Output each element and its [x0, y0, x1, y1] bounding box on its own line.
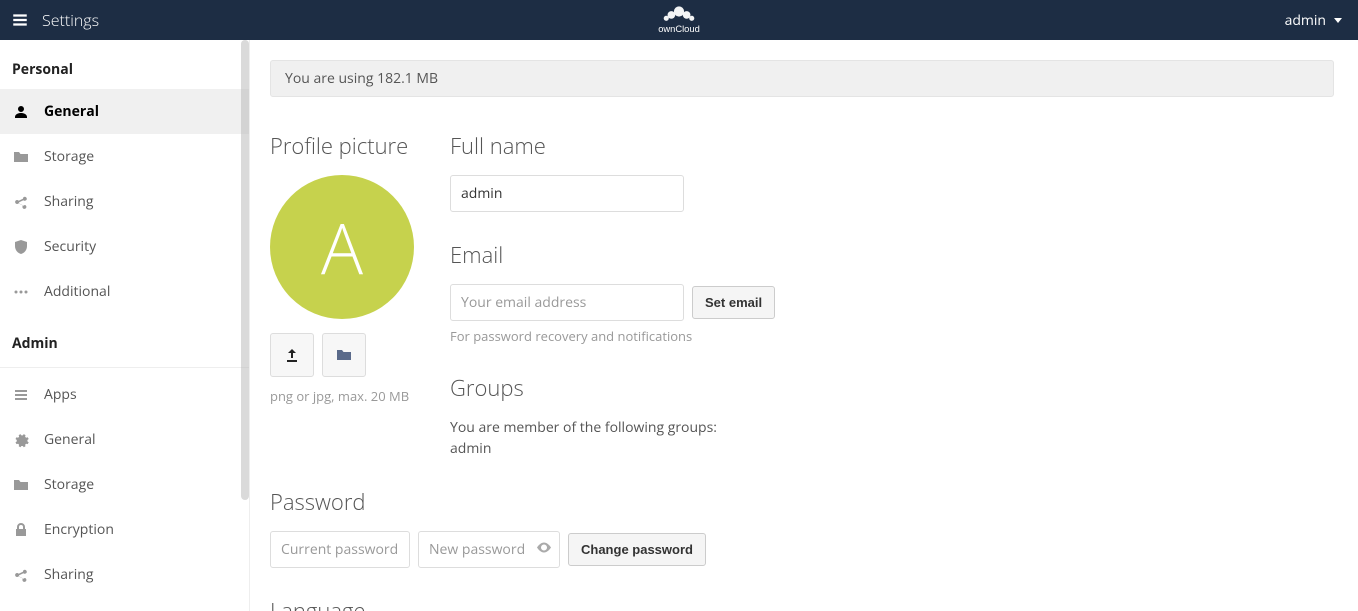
menu-toggle-button[interactable] — [0, 0, 40, 40]
toggle-password-visibility-button[interactable] — [536, 539, 552, 560]
profile-picture-heading: Profile picture — [270, 131, 414, 161]
sidebar-item-label: Storage — [44, 147, 237, 166]
password-heading: Password — [270, 487, 1334, 517]
sidebar-item-admin-apps[interactable]: Apps — [0, 372, 249, 417]
current-password-input[interactable] — [270, 531, 410, 568]
sidebar-item-personal-general[interactable]: General — [0, 89, 249, 134]
sidebar-item-personal-storage[interactable]: Storage — [0, 134, 249, 179]
divider — [0, 367, 249, 368]
user-menu-label: admin — [1285, 11, 1326, 30]
sidebar-item-label: Storage — [44, 475, 237, 494]
avatar: A — [270, 175, 414, 319]
share-icon — [12, 193, 30, 211]
email-input[interactable] — [450, 284, 684, 321]
sidebar-item-personal-additional[interactable]: Additional — [0, 269, 249, 314]
sidebar-item-label: Sharing — [44, 192, 237, 211]
sidebar-item-admin-encryption[interactable]: Encryption — [0, 507, 249, 552]
sidebar-item-label: General — [44, 102, 237, 121]
sidebar-item-label: Sharing — [44, 565, 237, 584]
folder-icon — [12, 476, 30, 494]
avatar-initial: A — [321, 199, 363, 295]
sidebar-item-personal-sharing[interactable]: Sharing — [0, 179, 249, 224]
sidebar-item-label: Apps — [44, 385, 237, 404]
email-note: For password recovery and notifications — [450, 327, 1334, 345]
scrollbar-thumb[interactable] — [241, 40, 249, 500]
sidebar-item-label: Security — [44, 237, 237, 256]
hamburger-icon — [11, 11, 29, 29]
sidebar-item-label: General — [44, 430, 237, 449]
gear-icon — [12, 431, 30, 449]
choose-from-files-button[interactable] — [322, 333, 366, 377]
sidebar-item-label: Additional — [44, 282, 237, 301]
sidebar-section-personal: Personal — [0, 40, 249, 89]
avatar-hint: png or jpg, max. 20 MB — [270, 387, 414, 405]
sidebar: Personal General Storage Sharing Securit… — [0, 40, 250, 611]
user-icon — [12, 103, 30, 121]
folder-icon — [336, 347, 352, 363]
change-password-button[interactable]: Change password — [568, 533, 706, 566]
profile-picture-section: Profile picture A png or jpg, max. 20 MB — [270, 131, 414, 405]
sidebar-item-admin-storage[interactable]: Storage — [0, 462, 249, 507]
share-icon — [12, 566, 30, 584]
sidebar-item-admin-sharing[interactable]: Sharing — [0, 552, 249, 597]
sidebar-item-label: Encryption — [44, 520, 237, 539]
bars-icon — [12, 386, 30, 404]
sidebar-item-personal-security[interactable]: Security — [0, 224, 249, 269]
svg-text:ownCloud: ownCloud — [658, 24, 700, 34]
email-heading: Email — [450, 240, 1334, 270]
header-bar: Settings ownCloud admin — [0, 0, 1358, 40]
owncloud-logo-icon: ownCloud — [628, 3, 730, 37]
user-menu-button[interactable]: admin — [1285, 11, 1352, 30]
upload-icon — [284, 347, 300, 363]
set-email-button[interactable]: Set email — [692, 286, 775, 319]
page-title: Settings — [42, 9, 99, 31]
folder-icon — [12, 148, 30, 166]
lock-icon — [12, 521, 30, 539]
quota-usage-bar: You are using 182.1 MB — [270, 60, 1334, 97]
groups-heading: Groups — [450, 373, 1334, 403]
eye-icon — [536, 539, 552, 555]
shield-icon — [12, 238, 30, 256]
groups-list: admin — [450, 438, 1334, 459]
sidebar-item-admin-general[interactable]: General — [0, 417, 249, 462]
brand-logo[interactable]: ownCloud — [628, 0, 730, 40]
fullname-heading: Full name — [450, 131, 1334, 161]
caret-down-icon — [1334, 18, 1342, 23]
content-area: You are using 182.1 MB Profile picture A… — [250, 40, 1358, 611]
groups-intro: You are member of the following groups: — [450, 417, 1334, 438]
language-heading: Language — [270, 596, 1334, 611]
fullname-input[interactable] — [450, 175, 684, 212]
upload-avatar-button[interactable] — [270, 333, 314, 377]
dots-icon — [12, 283, 30, 301]
sidebar-section-admin: Admin — [0, 314, 249, 363]
